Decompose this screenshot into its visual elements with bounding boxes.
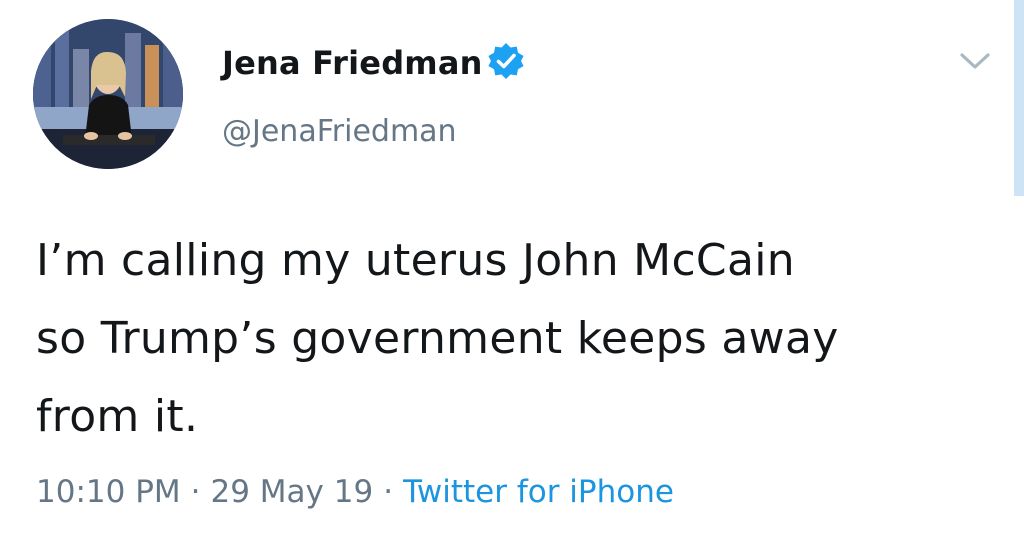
tweet-metadata: 10:10 PM · 29 May 19 · Twitter for iPhone: [36, 474, 674, 510]
tweet-date[interactable]: 29 May 19: [211, 474, 374, 510]
avatar[interactable]: [33, 19, 183, 169]
avatar-image: [33, 19, 183, 169]
chevron-down-icon[interactable]: [958, 50, 992, 72]
tweet-time[interactable]: 10:10 PM: [36, 474, 181, 510]
user-handle[interactable]: @JenaFriedman: [222, 114, 457, 149]
tweet-source-link[interactable]: Twitter for iPhone: [403, 474, 674, 510]
tweet-text: I’m calling my uterus John McCain so Tru…: [36, 222, 996, 456]
verified-badge-icon: [488, 43, 524, 79]
tweet-card: Jena Friedman @JenaFriedman I’m calling …: [0, 0, 1024, 545]
scroll-indicator: [1014, 0, 1024, 196]
tweet-text-line: from it.: [36, 391, 199, 442]
tweet-text-line: so Trump’s government keeps away: [36, 313, 839, 364]
display-name[interactable]: Jena Friedman: [222, 44, 483, 82]
separator-dot: ·: [190, 474, 201, 510]
separator-dot: ·: [383, 474, 394, 510]
tweet-text-line: I’m calling my uterus John McCain: [36, 235, 795, 286]
